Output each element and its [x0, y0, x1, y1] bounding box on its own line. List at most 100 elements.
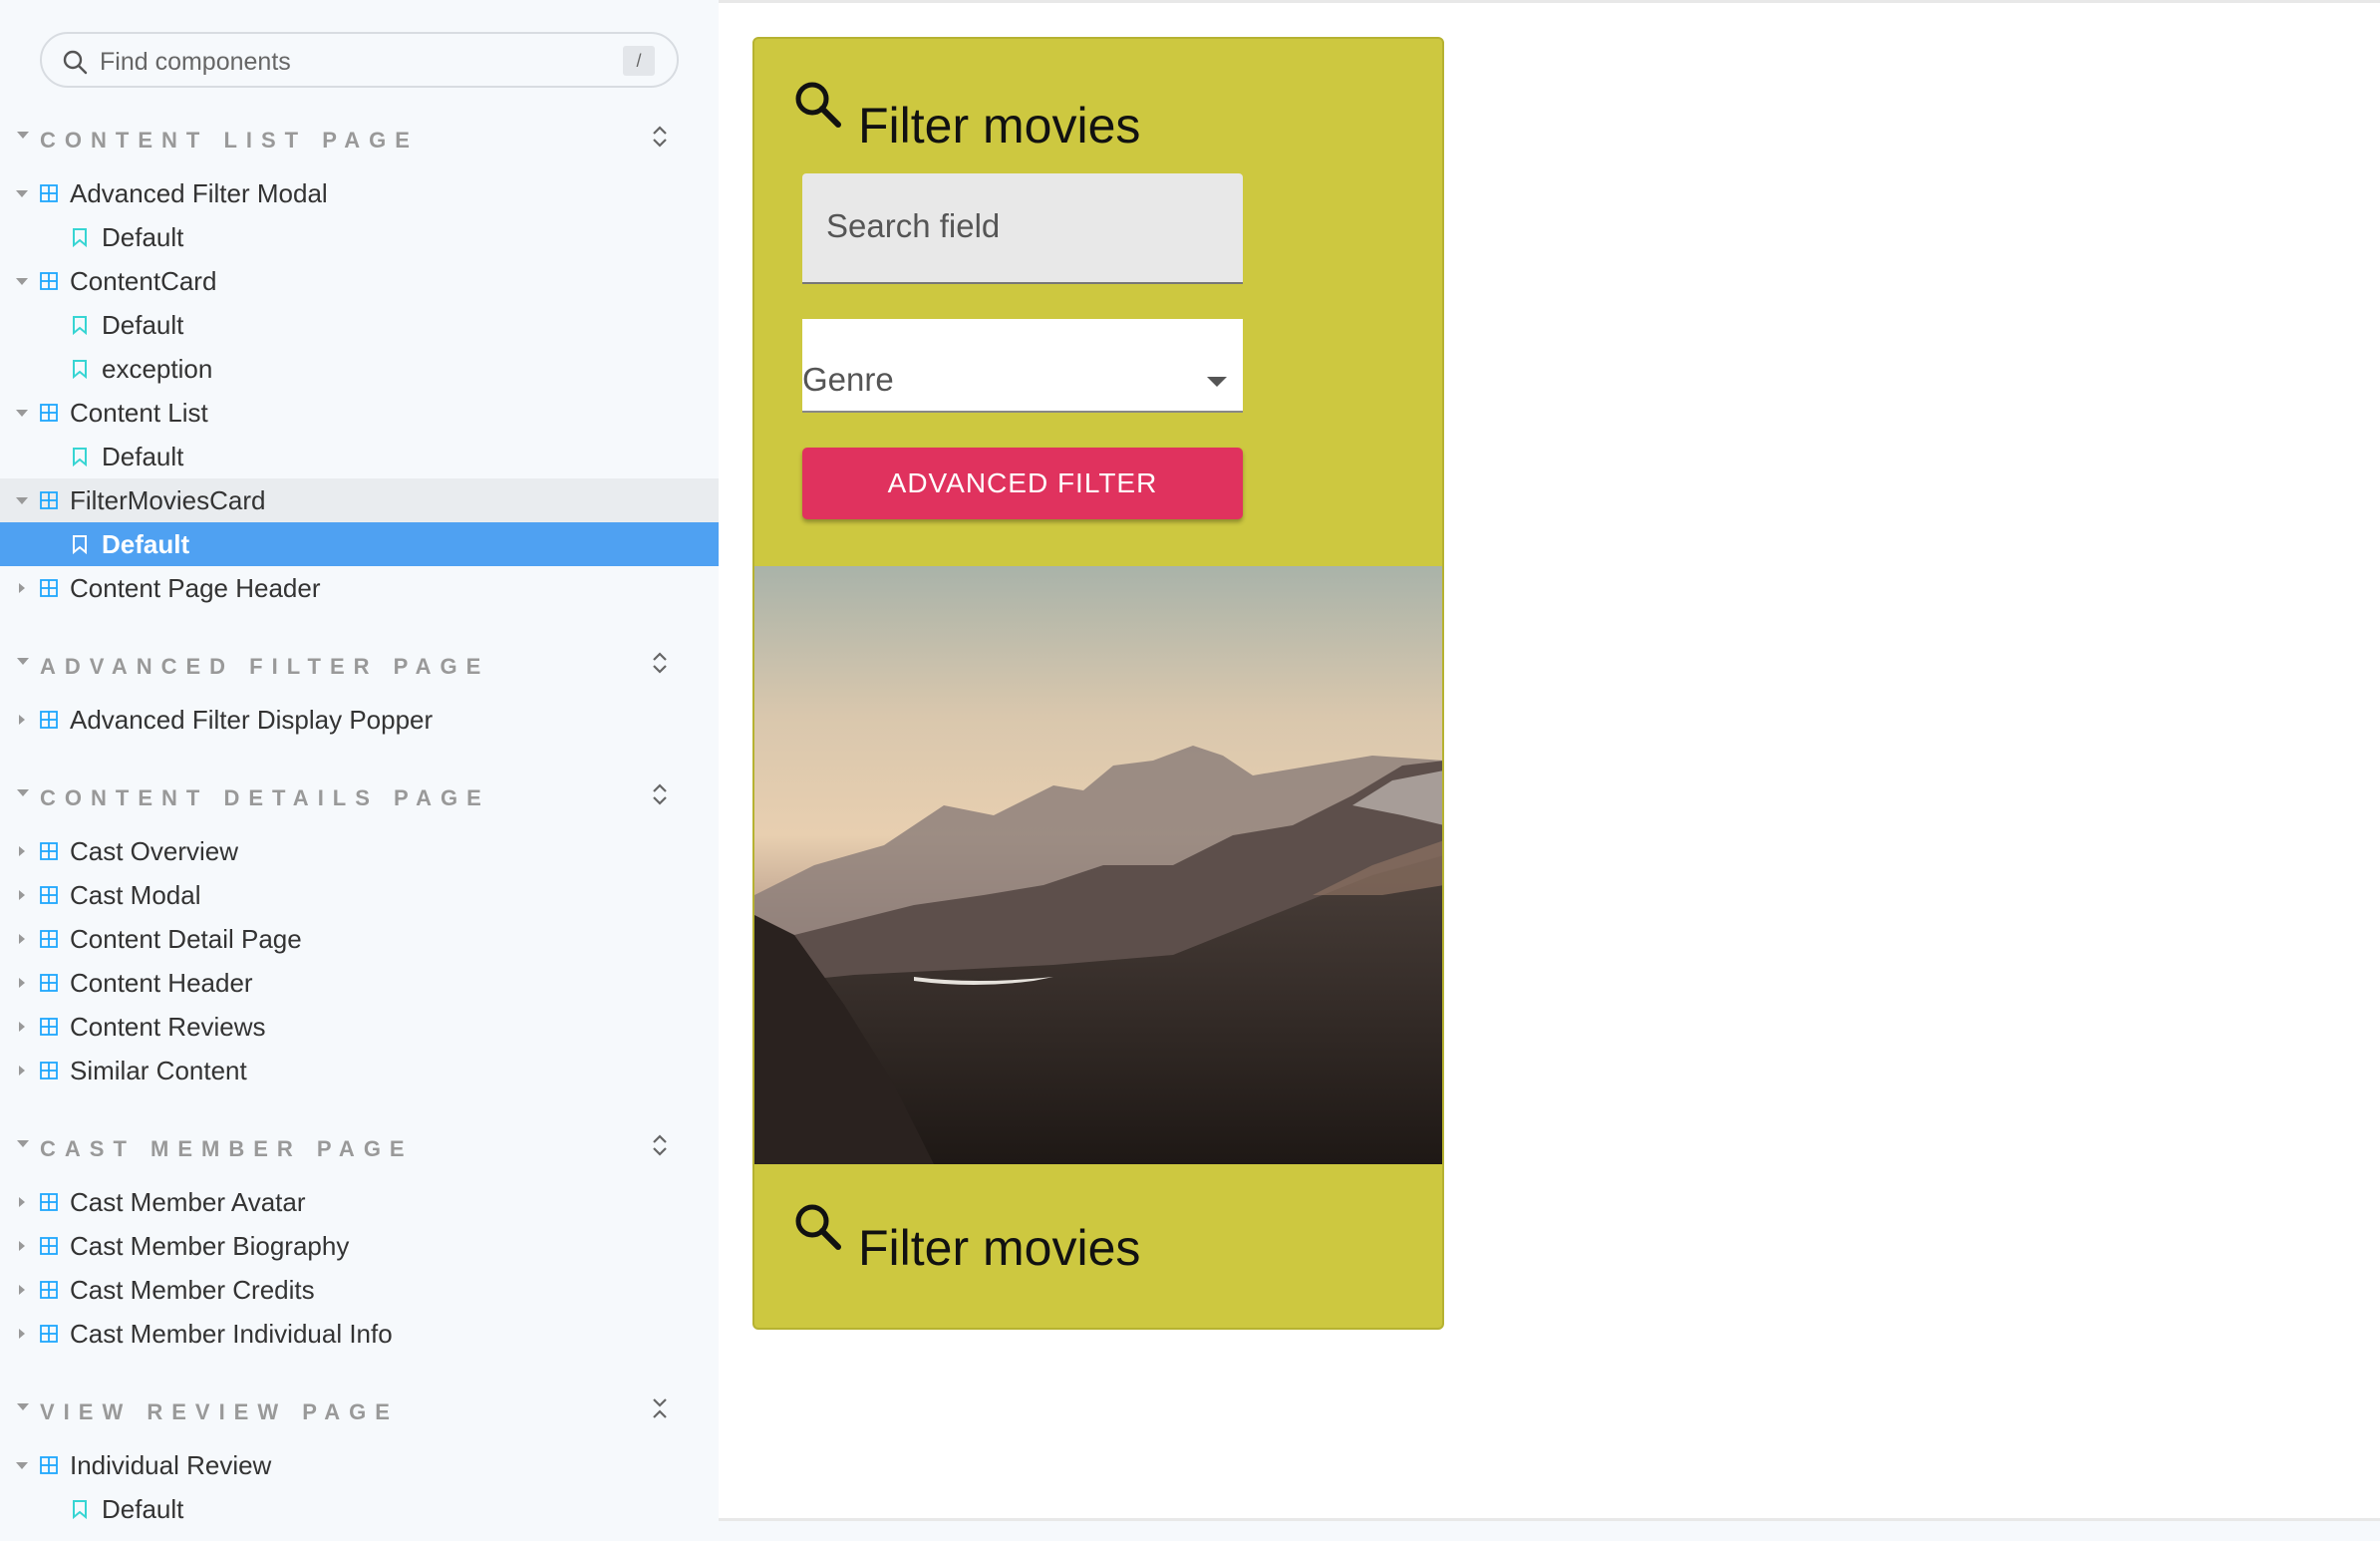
section-title: CAST MEMBER PAGE	[40, 1136, 414, 1161]
component-icon	[40, 711, 58, 729]
caret-down-icon	[17, 658, 29, 665]
bookmark-icon	[73, 535, 87, 554]
component-icon	[40, 1193, 58, 1211]
tree-component-label: Content Header	[70, 968, 253, 998]
search-icon	[795, 1204, 841, 1250]
caret-down-icon	[16, 190, 28, 197]
tree-component-item[interactable]: Cast Overview	[0, 829, 719, 873]
tree-component-label: Cast Member Individual Info	[70, 1319, 393, 1349]
tree-story-label: Default	[102, 222, 184, 252]
tree-component-item[interactable]: Cast Member Individual Info	[0, 1312, 719, 1356]
caret-right-icon	[19, 1066, 25, 1076]
expand-all-icon[interactable]	[648, 648, 672, 678]
tree-component-item[interactable]: Content Page Header	[0, 566, 719, 610]
section-header[interactable]: CONTENT LIST PAGE	[0, 120, 719, 159]
tree-story-item[interactable]: Default	[0, 1487, 719, 1531]
tree-component-item[interactable]: Similar Content	[0, 1049, 719, 1092]
bookmark-icon	[73, 316, 87, 335]
caret-right-icon	[19, 583, 25, 593]
find-components-search[interactable]: Find components /	[40, 32, 679, 88]
component-icon	[40, 1237, 58, 1255]
expand-all-icon[interactable]	[648, 122, 672, 152]
caret-right-icon	[19, 715, 25, 725]
sidebar: Find components / CONTENT LIST PAGE Advan…	[0, 0, 719, 1541]
tree-component-item[interactable]: Content Detail Page	[0, 917, 719, 961]
tree-component-item[interactable]: Advanced Filter Display Popper	[0, 698, 719, 742]
tree-component-label: Advanced Filter Display Popper	[70, 705, 434, 735]
tree-component-item[interactable]: FilterMoviesCard	[0, 478, 719, 522]
expand-all-icon[interactable]	[648, 1130, 672, 1160]
collapse-all-icon[interactable]	[648, 1393, 672, 1423]
component-icon	[40, 184, 58, 202]
component-icon	[40, 842, 58, 860]
section-header[interactable]: VIEW REVIEW PAGE	[0, 1391, 719, 1431]
bookmark-icon	[73, 360, 87, 379]
section-header[interactable]: CAST MEMBER PAGE	[0, 1128, 719, 1168]
component-icon	[40, 1325, 58, 1343]
tree-story-item[interactable]: Default	[0, 303, 719, 347]
tree-component-label: Cast Member Avatar	[70, 1187, 306, 1217]
section-title: CONTENT DETAILS PAGE	[40, 785, 490, 810]
caret-down-icon	[17, 789, 29, 796]
tree-component-item[interactable]: Cast Modal	[0, 873, 719, 917]
tree-component-label: Content List	[70, 398, 208, 428]
component-icon	[40, 930, 58, 948]
caret-right-icon	[19, 1241, 25, 1251]
caret-right-icon	[19, 978, 25, 988]
caret-right-icon	[19, 1197, 25, 1207]
story-canvas: Filter movies Search field Genre ADVANCE…	[719, 0, 2380, 1521]
caret-down-icon	[16, 497, 28, 504]
tree-story-label: Default	[102, 529, 190, 559]
genre-select[interactable]: Genre	[802, 319, 1243, 413]
tree-component-label: Cast Member Biography	[70, 1231, 350, 1261]
tree-story-item[interactable]: Default	[0, 215, 719, 259]
tree-component-label: Advanced Filter Modal	[70, 178, 328, 208]
caret-right-icon	[19, 890, 25, 900]
tree-component-label: Individual Review	[70, 1450, 272, 1480]
tree-component-label: Cast Member Credits	[70, 1275, 315, 1305]
search-placeholder: Find components	[100, 48, 291, 76]
tree-component-label: Content Detail Page	[70, 924, 302, 954]
tree-story-label: exception	[102, 354, 213, 384]
card-footer-title: Filter movies	[858, 1220, 1141, 1276]
tree-component-item[interactable]: Content List	[0, 391, 719, 435]
tree-component-label: Similar Content	[70, 1056, 247, 1085]
bookmark-icon	[73, 228, 87, 247]
tree-story-item[interactable]: exception	[0, 347, 719, 391]
component-icon	[40, 272, 58, 290]
tree-component-item[interactable]: Cast Member Credits	[0, 1268, 719, 1312]
tree-component-item[interactable]: Content Header	[0, 961, 719, 1005]
tree-story-item[interactable]: Default	[0, 435, 719, 478]
tree-component-item[interactable]: Advanced Filter Modal	[0, 171, 719, 215]
caret-right-icon	[19, 1022, 25, 1032]
filter-movies-card: Filter movies Search field Genre ADVANCE…	[752, 37, 1444, 1330]
tree-component-item[interactable]: Cast Member Biography	[0, 1224, 719, 1268]
advanced-filter-button[interactable]: ADVANCED FILTER	[802, 448, 1243, 519]
caret-right-icon	[19, 1329, 25, 1339]
section-header[interactable]: ADVANCED FILTER PAGE	[0, 646, 719, 686]
section-title: CONTENT LIST PAGE	[40, 128, 419, 153]
tree-component-item[interactable]: Individual Review	[0, 1443, 719, 1487]
tree-component-item[interactable]: Cast Member Avatar	[0, 1180, 719, 1224]
genre-label: Genre	[802, 361, 894, 398]
tree-story-label: Default	[102, 442, 184, 471]
tree-story-item[interactable]: Default	[0, 522, 719, 566]
caret-down-icon	[17, 1140, 29, 1147]
section-title: VIEW REVIEW PAGE	[40, 1399, 399, 1424]
tree-component-label: Cast Modal	[70, 880, 201, 910]
component-icon	[40, 1062, 58, 1079]
tree-component-label: FilterMoviesCard	[70, 485, 266, 515]
tree-component-item[interactable]: ContentCard	[0, 259, 719, 303]
component-icon	[40, 404, 58, 422]
card-footer: Filter movies	[792, 1201, 1390, 1281]
search-field-input[interactable]: Search field	[802, 173, 1243, 284]
section-header[interactable]: CONTENT DETAILS PAGE	[0, 777, 719, 817]
section-title: ADVANCED FILTER PAGE	[40, 654, 490, 679]
caret-right-icon	[19, 846, 25, 856]
caret-down-icon	[17, 1403, 29, 1410]
tree-component-item[interactable]: Content Reviews	[0, 1005, 719, 1049]
component-icon	[40, 886, 58, 904]
shortcut-key: /	[623, 46, 655, 76]
expand-all-icon[interactable]	[648, 779, 672, 809]
tree-component-label: ContentCard	[70, 266, 217, 296]
